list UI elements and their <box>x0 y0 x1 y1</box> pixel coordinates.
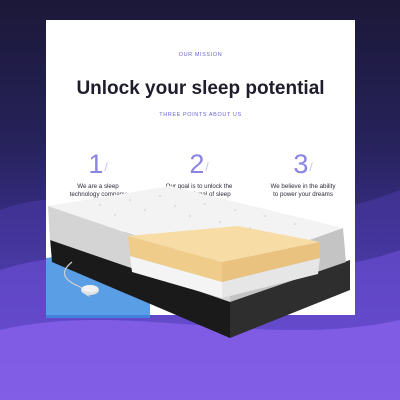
point-3: 3/ We believe in the ability to power yo… <box>258 148 348 199</box>
point-1-text: We are a sleep technology company <box>53 183 143 199</box>
point-2-number: 2 <box>189 149 205 179</box>
point-1-number-wrap: 1/ <box>53 148 143 180</box>
point-3-text: We believe in the ability to power your … <box>258 183 348 199</box>
point-1-line-2: technology company <box>69 191 127 199</box>
mission-label: OUR MISSION <box>178 52 223 58</box>
slash-icon: / <box>205 160 209 174</box>
page-title: Unlock your sleep potential <box>76 78 325 99</box>
slash-icon: / <box>104 160 108 174</box>
point-2-text: Our goal is to unlock the full potention… <box>154 183 244 199</box>
point-2-line-2: full potentional of sleep <box>167 191 231 199</box>
point-2-line-1: Our goal is to unlock the <box>165 183 233 190</box>
point-3-number: 3 <box>293 149 309 179</box>
point-1-line-1: We are a sleep <box>77 183 119 190</box>
point-2-number-wrap: 2/ <box>154 148 244 180</box>
point-3-line-1: We believe in the ability <box>270 183 336 190</box>
point-1: 1/ We are a sleep technology company <box>53 148 143 199</box>
point-3-number-wrap: 3/ <box>258 148 348 180</box>
point-1-number: 1 <box>88 149 104 179</box>
point-3-line-2: to power your dreams <box>273 191 333 199</box>
mission-card: OUR MISSION Unlock your sleep potential … <box>46 20 355 315</box>
point-2: 2/ Our goal is to unlock the full potent… <box>154 148 244 199</box>
slash-icon: / <box>309 160 313 174</box>
points-label: THREE POINTS ABOUT US <box>159 112 242 118</box>
